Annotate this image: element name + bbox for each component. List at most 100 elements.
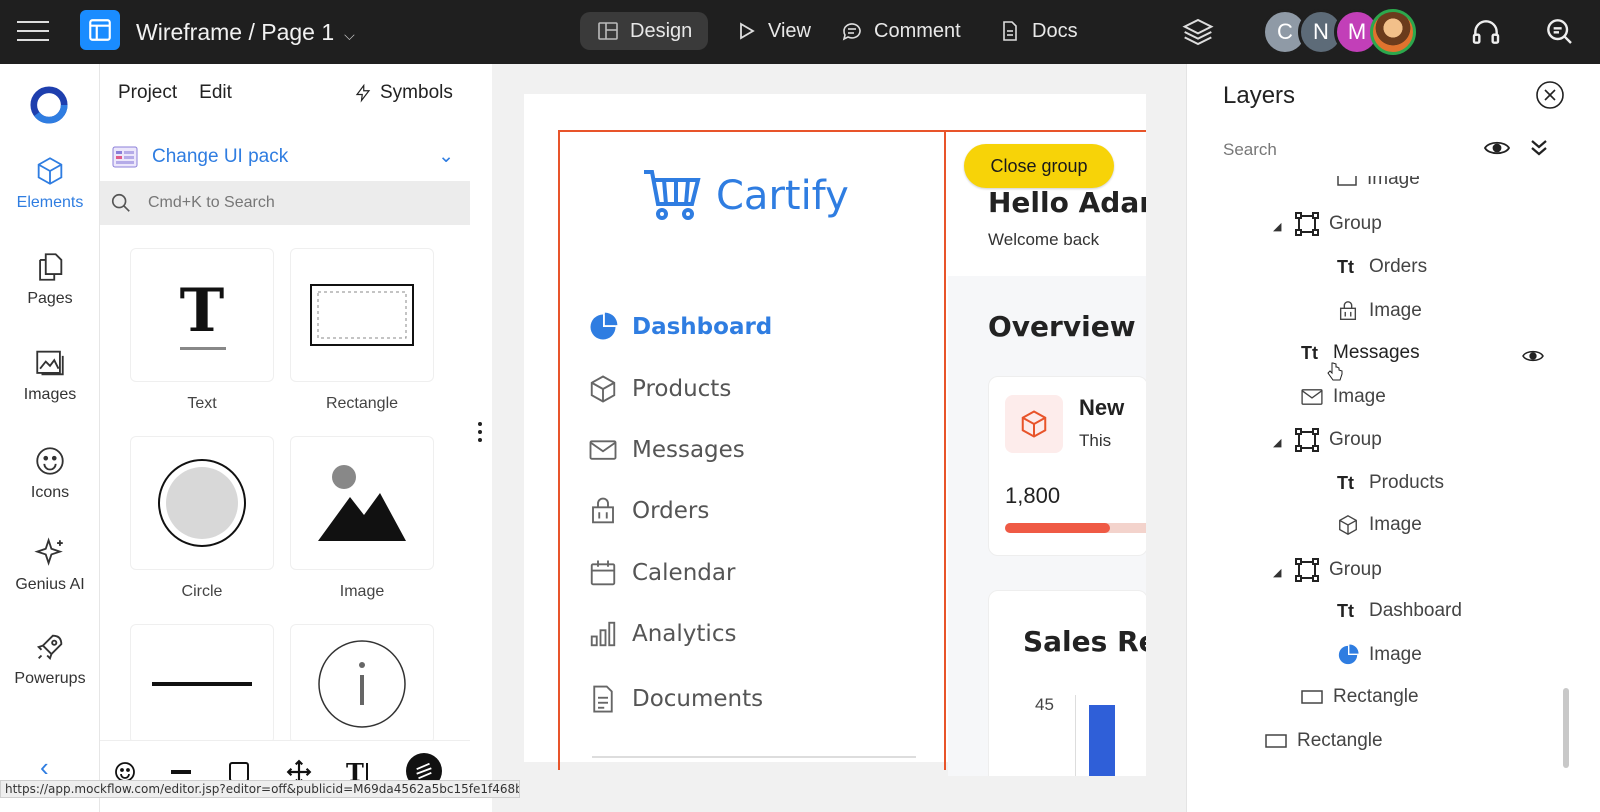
nav-documents[interactable]: Documents bbox=[588, 684, 763, 714]
card-title: New bbox=[1079, 395, 1125, 420]
design-canvas[interactable]: Close group Cartify Dashboard Products M… bbox=[492, 64, 1198, 812]
element-search-input[interactable]: Cmd+K to Search bbox=[100, 181, 470, 225]
layers-stack-icon[interactable] bbox=[1180, 14, 1216, 50]
change-ui-pack-dropdown[interactable]: Change UI pack ⌄ bbox=[112, 139, 470, 175]
rail-genius-ai-label: Genius AI bbox=[15, 576, 85, 593]
symbols-label: Symbols bbox=[380, 82, 453, 103]
eye-icon[interactable] bbox=[1483, 136, 1511, 160]
layer-row[interactable]: Image bbox=[1337, 644, 1422, 666]
layout-icon bbox=[598, 22, 618, 40]
box-icon bbox=[590, 375, 616, 403]
collapse-back-icon[interactable]: ‹ bbox=[40, 752, 49, 783]
stat-card[interactable]: New This 1,800 bbox=[988, 376, 1146, 556]
tab-view-label: View bbox=[768, 19, 811, 42]
tab-design[interactable]: Design bbox=[580, 12, 709, 50]
tab-comment-label: Comment bbox=[874, 19, 961, 42]
menu-edit[interactable]: Edit bbox=[199, 82, 232, 104]
avatar-photo[interactable] bbox=[1370, 9, 1416, 55]
layer-row-group[interactable]: Group bbox=[1295, 212, 1382, 236]
rail-genius-ai[interactable]: Genius AI bbox=[0, 536, 100, 594]
line-element-tile[interactable] bbox=[130, 624, 274, 744]
tab-docs[interactable]: Docs bbox=[982, 12, 1094, 50]
close-icon[interactable] bbox=[1535, 80, 1565, 110]
rectangle-element-tile[interactable] bbox=[290, 248, 434, 382]
layers-search-input[interactable]: Search bbox=[1223, 140, 1277, 160]
layer-row[interactable]: Image bbox=[1337, 176, 1420, 190]
panel-resize-handle[interactable] bbox=[478, 422, 484, 442]
quick-tools-bar: T bbox=[100, 740, 470, 812]
tab-comment[interactable]: Comment bbox=[824, 12, 977, 50]
nav-orders[interactable]: Orders bbox=[588, 496, 709, 526]
rect-small-icon bbox=[1337, 176, 1357, 186]
layer-row-group[interactable]: Group bbox=[1295, 558, 1382, 582]
elements-panel: Project Edit Symbols Change UI pack ⌄ Cm… bbox=[40, 64, 492, 812]
lightning-icon bbox=[355, 83, 371, 103]
hamburger-menu-icon[interactable] bbox=[16, 14, 50, 48]
layer-row[interactable]: Tt Products bbox=[1337, 472, 1444, 494]
layer-row[interactable]: Image bbox=[1337, 300, 1422, 322]
mail-icon bbox=[589, 440, 617, 460]
expand-caret-icon[interactable]: ◢ bbox=[1273, 566, 1281, 579]
expand-caret-icon[interactable]: ◢ bbox=[1273, 436, 1281, 449]
headphones-icon[interactable] bbox=[1468, 14, 1504, 50]
layer-row[interactable]: Image bbox=[1301, 386, 1386, 408]
collapse-all-icon[interactable] bbox=[1527, 136, 1551, 160]
layer-row[interactable]: Rectangle bbox=[1265, 730, 1383, 752]
rail-images-label: Images bbox=[23, 386, 77, 403]
layer-row[interactable]: Tt Orders bbox=[1337, 256, 1427, 278]
sales-card[interactable]: Sales Report 45 bbox=[988, 590, 1146, 776]
info-element-tile[interactable] bbox=[290, 624, 434, 744]
eye-icon[interactable] bbox=[1521, 346, 1545, 366]
project-title-dropdown[interactable]: Wireframe / Page 1 ⌵ bbox=[136, 16, 355, 48]
layer-label: Image bbox=[1367, 176, 1420, 189]
rectangle-element-icon bbox=[310, 284, 414, 346]
line-element-icon bbox=[152, 682, 252, 686]
rect-icon bbox=[1265, 734, 1287, 748]
menu-project[interactable]: Project bbox=[118, 82, 177, 104]
left-rail: Elements Pages Images Icons Genius AI Po… bbox=[0, 64, 100, 812]
nav-analytics[interactable]: Analytics bbox=[588, 619, 736, 649]
layer-row[interactable]: Image bbox=[1337, 514, 1422, 536]
zoom-search-icon[interactable] bbox=[1540, 12, 1578, 50]
close-group-button[interactable]: Close group bbox=[964, 144, 1114, 188]
layer-label: Group bbox=[1329, 559, 1382, 580]
app-logo[interactable] bbox=[80, 10, 120, 50]
nav-messages[interactable]: Messages bbox=[588, 435, 745, 465]
text-element-icon: T bbox=[180, 276, 226, 350]
tab-design-label: Design bbox=[630, 19, 693, 42]
vertical-scrollbar[interactable] bbox=[1563, 688, 1569, 768]
pie-icon bbox=[1338, 644, 1359, 665]
tile-label-rectangle: Rectangle bbox=[325, 395, 399, 412]
layer-row-messages-hovered[interactable]: Tt Messages bbox=[1301, 342, 1420, 364]
layer-row[interactable]: Tt Dashboard bbox=[1337, 600, 1462, 622]
info-circle-icon bbox=[318, 640, 406, 728]
rect-icon bbox=[1301, 690, 1323, 704]
mockflow-logo[interactable] bbox=[30, 86, 68, 124]
nav-products[interactable]: Products bbox=[588, 374, 731, 404]
layer-label: Group bbox=[1329, 213, 1382, 234]
rail-icons[interactable]: Icons bbox=[0, 444, 100, 502]
layer-label: Orders bbox=[1369, 256, 1428, 277]
text-element-tile[interactable]: T bbox=[130, 248, 274, 382]
rail-pages[interactable]: Pages bbox=[0, 250, 100, 308]
nav-dashboard[interactable]: Dashboard bbox=[588, 312, 772, 342]
nav-calendar[interactable]: Calendar bbox=[588, 558, 735, 588]
symbols-button[interactable]: Symbols bbox=[354, 82, 453, 104]
collaborator-avatars: C N M bbox=[1262, 8, 1416, 56]
layer-row[interactable]: Rectangle bbox=[1301, 686, 1419, 708]
rail-images[interactable]: Images bbox=[0, 346, 100, 404]
rail-elements[interactable]: Elements bbox=[0, 154, 100, 212]
svg-text:T: T bbox=[180, 276, 225, 346]
divider bbox=[592, 756, 916, 758]
layer-label: Image bbox=[1369, 300, 1422, 321]
expand-caret-icon[interactable]: ◢ bbox=[1273, 220, 1281, 233]
layer-row-group[interactable]: Group bbox=[1295, 428, 1382, 452]
rail-powerups[interactable]: Powerups bbox=[0, 630, 100, 688]
chevron-down-icon: ⌵ bbox=[344, 26, 355, 43]
circle-element-tile[interactable] bbox=[130, 436, 274, 570]
ui-pack-icon bbox=[112, 146, 138, 168]
brand-name: Cartify bbox=[716, 173, 849, 219]
image-element-tile[interactable] bbox=[290, 436, 434, 570]
tab-view[interactable]: View bbox=[718, 12, 827, 50]
nav-products-label: Products bbox=[632, 376, 732, 402]
